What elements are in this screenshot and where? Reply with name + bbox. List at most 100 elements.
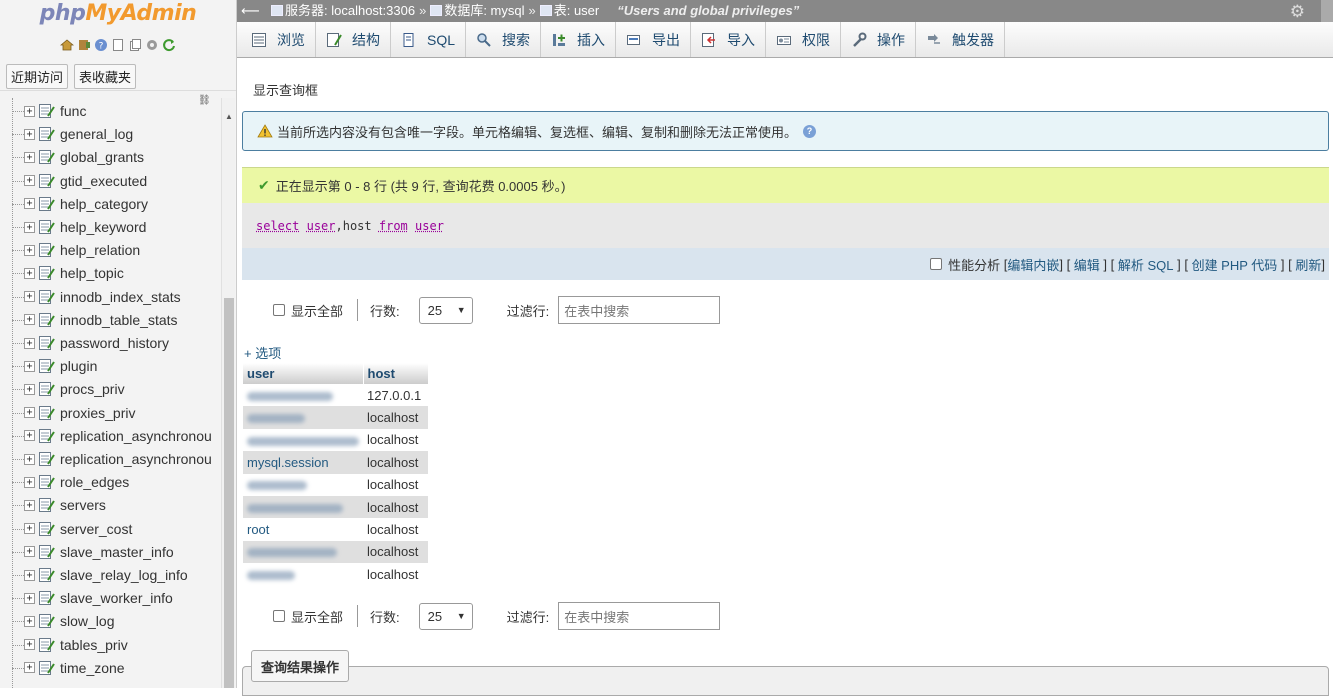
- nav-table-item[interactable]: + plugin: [24, 355, 97, 377]
- table-name[interactable]: help_category: [60, 196, 148, 212]
- table-name[interactable]: help_topic: [60, 265, 124, 281]
- nav-table-item[interactable]: + func: [24, 100, 86, 122]
- rows-per-page-select[interactable]: 25 ▼: [419, 297, 473, 324]
- host-cell[interactable]: localhost: [363, 429, 428, 451]
- table-name[interactable]: replication_asynchronou: [60, 428, 212, 444]
- nav-table-item[interactable]: + password_history: [24, 332, 169, 354]
- host-cell[interactable]: localhost: [363, 451, 428, 473]
- table-name[interactable]: slave_relay_log_info: [60, 567, 188, 583]
- expand-plus-icon[interactable]: +: [24, 152, 35, 163]
- user-cell[interactable]: [243, 563, 363, 585]
- table-structure-icon[interactable]: [39, 591, 55, 605]
- tab-export[interactable]: 导出: [616, 22, 691, 57]
- table-structure-icon[interactable]: [39, 127, 55, 141]
- table-name[interactable]: password_history: [60, 335, 169, 351]
- refresh-link[interactable]: 刷新: [1295, 255, 1321, 274]
- phpmyadmin-logo[interactable]: phpMyAdmin: [0, 0, 236, 28]
- show-all-checkbox[interactable]: [273, 610, 285, 622]
- expand-plus-icon[interactable]: +: [24, 430, 35, 441]
- table-name[interactable]: replication_asynchronou: [60, 451, 212, 467]
- table-name[interactable]: innodb_table_stats: [60, 312, 178, 328]
- nav-table-item[interactable]: + gtid_executed: [24, 170, 147, 192]
- column-header-user[interactable]: user: [243, 363, 363, 384]
- user-cell[interactable]: [243, 384, 363, 406]
- tab-search[interactable]: 搜索: [466, 22, 541, 57]
- table-row[interactable]: root localhost: [243, 518, 428, 540]
- expand-plus-icon[interactable]: +: [24, 523, 35, 534]
- nav-table-item[interactable]: + help_relation: [24, 239, 140, 261]
- sql-keyword[interactable]: select: [256, 219, 299, 233]
- expand-plus-icon[interactable]: +: [24, 245, 35, 256]
- nav-table-item[interactable]: + help_topic: [24, 262, 124, 284]
- edit-inline-link[interactable]: 编辑内嵌: [1007, 255, 1059, 274]
- nav-table-item[interactable]: + global_grants: [24, 146, 144, 168]
- tab-privileges[interactable]: 权限: [766, 22, 841, 57]
- explain-sql-link[interactable]: 解析 SQL: [1118, 255, 1174, 274]
- expand-plus-icon[interactable]: +: [24, 198, 35, 209]
- host-cell[interactable]: 127.0.0.1: [363, 384, 428, 406]
- user-cell[interactable]: [243, 541, 363, 563]
- table-row[interactable]: localhost: [243, 474, 428, 496]
- sql-table[interactable]: user: [415, 219, 444, 233]
- table-name[interactable]: proxies_priv: [60, 405, 135, 421]
- table-row[interactable]: localhost: [243, 429, 428, 451]
- expand-plus-icon[interactable]: +: [24, 454, 35, 465]
- table-structure-icon[interactable]: [39, 545, 55, 559]
- show-query-box-link[interactable]: 显示查询框: [253, 80, 318, 99]
- help-icon[interactable]: ?: [94, 38, 108, 52]
- nav-table-item[interactable]: + innodb_table_stats: [24, 309, 178, 331]
- user-cell[interactable]: [243, 474, 363, 496]
- table-name[interactable]: slave_worker_info: [60, 590, 173, 606]
- rows-per-page-select[interactable]: 25 ▼: [419, 603, 473, 630]
- tab-import[interactable]: 导入: [691, 22, 766, 57]
- table-structure-icon[interactable]: [39, 220, 55, 234]
- query-results-operations-legend[interactable]: 查询结果操作: [251, 650, 349, 682]
- host-cell[interactable]: localhost: [363, 518, 428, 540]
- breadcrumb-table[interactable]: 表: user: [540, 0, 600, 22]
- table-structure-icon[interactable]: [39, 638, 55, 652]
- table-structure-icon[interactable]: [39, 266, 55, 280]
- table-name[interactable]: innodb_index_stats: [60, 289, 181, 305]
- table-structure-icon[interactable]: [39, 406, 55, 420]
- sql-column[interactable]: user: [307, 219, 336, 233]
- table-name[interactable]: tables_priv: [60, 637, 128, 653]
- table-structure-icon[interactable]: [39, 150, 55, 164]
- expand-plus-icon[interactable]: +: [24, 314, 35, 325]
- table-name[interactable]: help_relation: [60, 242, 140, 258]
- expand-plus-icon[interactable]: +: [24, 338, 35, 349]
- scrollbar-thumb[interactable]: [224, 298, 234, 688]
- table-row[interactable]: localhost: [243, 406, 428, 428]
- tab-insert[interactable]: 插入: [541, 22, 616, 57]
- host-cell[interactable]: localhost: [363, 474, 428, 496]
- scroll-up-arrow-icon[interactable]: ▲: [225, 112, 233, 121]
- table-name[interactable]: slave_master_info: [60, 544, 174, 560]
- nav-table-item[interactable]: + servers: [24, 494, 106, 516]
- expand-plus-icon[interactable]: +: [24, 662, 35, 673]
- expand-plus-icon[interactable]: +: [24, 570, 35, 581]
- table-structure-icon[interactable]: [39, 104, 55, 118]
- collapse-nav-icon[interactable]: ⟵: [241, 0, 260, 22]
- table-name[interactable]: plugin: [60, 358, 97, 374]
- filter-rows-input[interactable]: 在表中搜索: [558, 602, 720, 630]
- exit-icon[interactable]: [77, 38, 91, 52]
- table-name[interactable]: help_keyword: [60, 219, 146, 235]
- nav-table-item[interactable]: + slave_master_info: [24, 541, 174, 563]
- table-structure-icon[interactable]: [39, 197, 55, 211]
- nav-table-item[interactable]: + replication_asynchronou: [24, 425, 212, 447]
- reload-icon[interactable]: [162, 38, 176, 52]
- host-cell[interactable]: localhost: [363, 496, 428, 518]
- nav-table-item[interactable]: + time_zone: [24, 657, 125, 679]
- expand-plus-icon[interactable]: +: [24, 361, 35, 372]
- tab-browse[interactable]: 浏览: [241, 22, 316, 57]
- table-name[interactable]: procs_priv: [60, 381, 125, 397]
- nav-table-item[interactable]: + procs_priv: [24, 378, 125, 400]
- table-structure-icon[interactable]: [39, 452, 55, 466]
- nav-table-item[interactable]: + general_log: [24, 123, 133, 145]
- table-structure-icon[interactable]: [39, 313, 55, 327]
- breadcrumb-database[interactable]: 数据库: mysql: [430, 0, 524, 22]
- expand-plus-icon[interactable]: +: [24, 639, 35, 650]
- table-structure-icon[interactable]: [39, 661, 55, 675]
- user-cell[interactable]: mysql.session: [243, 451, 363, 473]
- copy-icon[interactable]: [128, 38, 142, 52]
- nav-table-item[interactable]: + slave_worker_info: [24, 587, 173, 609]
